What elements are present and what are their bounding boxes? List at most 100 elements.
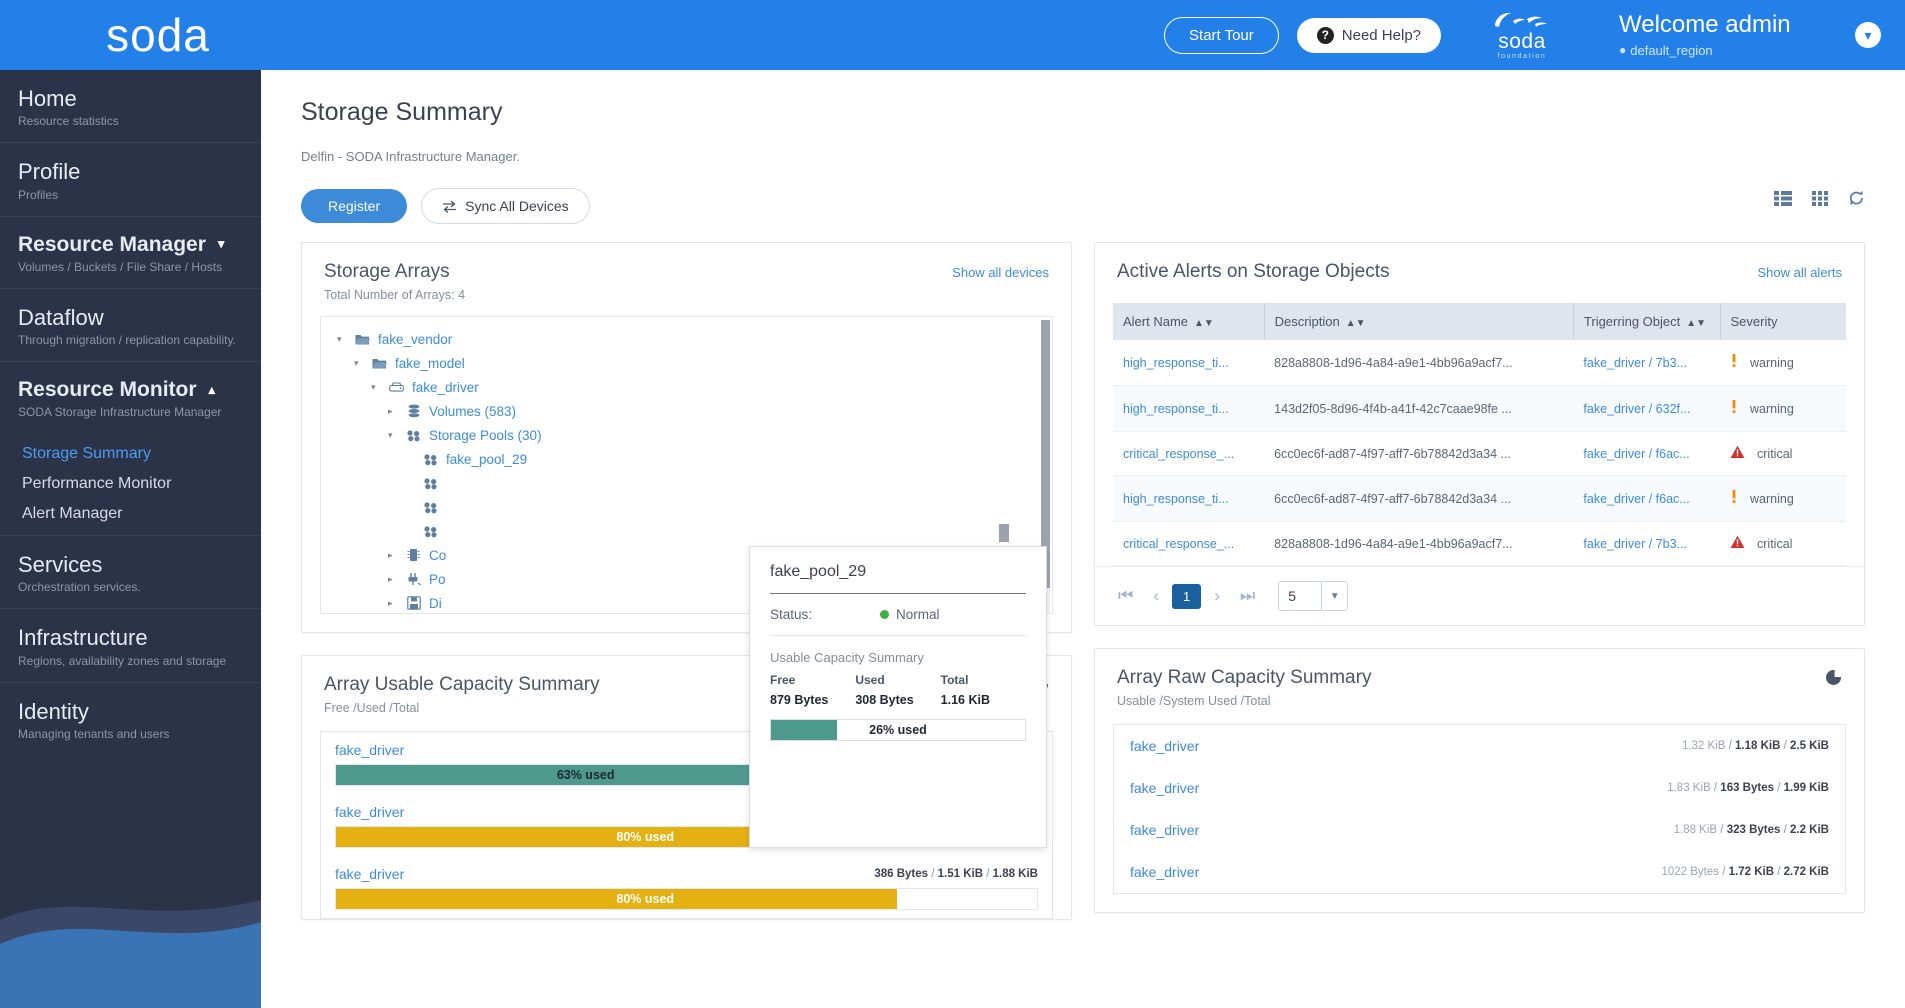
triggering-object-link[interactable]: fake_driver / f6ac... xyxy=(1583,447,1689,461)
array-name-link[interactable]: fake_driver xyxy=(1130,864,1199,880)
page-header: Storage Summary Delfin - SODA Infrastruc… xyxy=(261,70,1905,224)
chevron-up-icon[interactable]: ▴ xyxy=(209,382,216,398)
show-all-alerts-link[interactable]: Show all alerts xyxy=(1757,265,1842,280)
array-name-link[interactable]: fake_driver xyxy=(335,804,404,820)
card-title: Array Raw Capacity Summary xyxy=(1117,667,1372,688)
severity-label: critical xyxy=(1757,446,1793,461)
free-value: 879 Bytes xyxy=(770,693,829,707)
alert-name-link[interactable]: critical_response_... xyxy=(1123,537,1234,551)
page-size-select[interactable]: 5 ▼ xyxy=(1278,581,1349,611)
list-item: fake_driver 386 Bytes / 1.51 KiB / 1.88 K… xyxy=(321,856,1052,888)
sync-all-devices-button[interactable]: Sync All Devices xyxy=(421,188,590,224)
register-button[interactable]: Register xyxy=(301,189,408,223)
alert-name-link[interactable]: high_response_ti... xyxy=(1123,402,1229,416)
severity-cell: warning xyxy=(1720,385,1846,432)
tree-node[interactable]: ▾ Storage Pools (30) xyxy=(327,423,1046,447)
popup-usage-bar-label: 26% used xyxy=(869,723,927,737)
col-description[interactable]: Description ▲▼ xyxy=(1264,303,1574,340)
alert-name-link[interactable]: critical_response_... xyxy=(1123,447,1234,461)
triggering-object-link[interactable]: fake_driver / 632f... xyxy=(1583,402,1690,416)
tree-node[interactable] xyxy=(327,471,1046,495)
status-label: Status: xyxy=(770,607,813,622)
port-icon xyxy=(405,572,422,586)
chevron-down-icon: ▼ xyxy=(1321,582,1347,610)
tree-scroll-thumb-floating[interactable] xyxy=(999,524,1009,542)
col-triggering-object[interactable]: Trigerring Object ▲▼ xyxy=(1573,303,1721,340)
triggering-object-link[interactable]: fake_driver / 7b3... xyxy=(1583,356,1687,370)
alert-name-link[interactable]: high_response_ti... xyxy=(1123,356,1229,370)
prev-page-icon[interactable]: ‹ xyxy=(1146,584,1166,608)
tree-node[interactable] xyxy=(327,519,1046,543)
tree-twisty-collapsed-icon[interactable]: ▸ xyxy=(388,406,398,417)
col-alert-name[interactable]: Alert Name ▲▼ xyxy=(1113,303,1265,340)
tree-node[interactable]: ▸ Volumes (583) xyxy=(327,399,1046,423)
tree-twisty-expanded-icon[interactable]: ▾ xyxy=(337,334,347,345)
capacity-values: 1.88 KiB / 323 Bytes / 2.2 KiB xyxy=(1673,824,1829,836)
sidebar-item-resource-monitor[interactable]: Resource Monitor ▴ SODA Storage Infrastr… xyxy=(0,362,261,433)
severity-badge: warning xyxy=(1730,489,1836,508)
alert-description-cell: 6cc0ec6f-ad87-4f97-aff7-6b78842d3a34 ... xyxy=(1264,431,1574,476)
array-name-link[interactable]: fake_driver xyxy=(335,742,404,758)
sidebar-item-title: Identity xyxy=(18,698,89,724)
user-menu-chevron-down-icon[interactable]: ▾ xyxy=(1855,22,1881,48)
sidebar-item-identity[interactable]: Identity Managing tenants and users xyxy=(0,683,261,755)
chevron-down-icon[interactable]: ▾ xyxy=(218,236,225,252)
sidebar-item-services[interactable]: Services Orchestration services. xyxy=(0,536,261,610)
folder-open-icon xyxy=(371,357,388,370)
sidebar-item-dataflow[interactable]: Dataflow Through migration / replication… xyxy=(0,289,261,363)
alert-name-link[interactable]: high_response_ti... xyxy=(1123,492,1229,506)
tree-node[interactable]: ▾ fake_vendor xyxy=(327,327,1046,351)
storage-arrays-header: Storage Arrays Total Number of Arrays: 4… xyxy=(302,243,1071,308)
storage-pool-icon xyxy=(422,477,439,490)
pie-chart-icon[interactable] xyxy=(1825,669,1842,689)
need-help-button[interactable]: ? Need Help? xyxy=(1296,17,1441,53)
alerts-header-row: Alert Name ▲▼ Description ▲▼ Trigerring Ob… xyxy=(1113,303,1846,340)
used-value: 308 Bytes xyxy=(855,693,914,707)
first-page-icon[interactable]: ⏮ xyxy=(1111,584,1140,608)
tree-twisty-collapsed-icon[interactable]: ▸ xyxy=(388,574,398,585)
tree-node[interactable]: ▾ fake_model xyxy=(327,351,1046,375)
col-severity[interactable]: Severity xyxy=(1720,303,1846,340)
list-view-icon[interactable] xyxy=(1774,190,1792,206)
array-raw-list: fake_driver 1.32 KiB / 1.18 KiB / 2.5 KiB… xyxy=(1113,724,1846,894)
triggering-object-link[interactable]: fake_driver / 7b3... xyxy=(1583,537,1687,551)
storage-pool-icon xyxy=(422,525,439,538)
start-tour-button[interactable]: Start Tour xyxy=(1164,16,1279,54)
soda-logo[interactable]: soda xyxy=(0,0,316,70)
tree-twisty-expanded-icon[interactable]: ▾ xyxy=(388,430,398,441)
severity-badge: critical xyxy=(1730,535,1836,552)
severity-cell: warning xyxy=(1720,475,1846,522)
array-name-link[interactable]: fake_driver xyxy=(335,866,404,882)
show-all-devices-link[interactable]: Show all devices xyxy=(952,265,1049,280)
tree-twisty-expanded-icon[interactable]: ▾ xyxy=(371,382,381,393)
last-page-icon[interactable]: ⏭ xyxy=(1233,584,1262,608)
tree-node[interactable]: fake_pool_29 xyxy=(327,447,1046,471)
grid-view-icon[interactable] xyxy=(1812,190,1828,206)
sidebar-item-profile[interactable]: Profile Profiles xyxy=(0,143,261,217)
sidebar-item-home[interactable]: Home Resource statistics xyxy=(0,70,261,144)
array-name-link[interactable]: fake_driver xyxy=(1130,822,1199,838)
next-page-icon[interactable]: › xyxy=(1207,584,1227,608)
sidebar-item-sub: Resource statistics xyxy=(18,114,119,129)
sidebar-item-storage-summary[interactable]: Storage Summary xyxy=(22,439,261,469)
view-mode-toolbar xyxy=(1774,190,1865,206)
triggering-object-link[interactable]: fake_driver / f6ac... xyxy=(1583,492,1689,506)
sidebar-item-resource-manager[interactable]: Resource Manager ▾ Volumes / Buckets / F… xyxy=(0,217,261,289)
array-name-link[interactable]: fake_driver xyxy=(1130,738,1199,754)
tree-node[interactable] xyxy=(327,495,1046,519)
tree-twisty-expanded-icon[interactable]: ▾ xyxy=(354,358,364,369)
sidebar-item-alert-manager[interactable]: Alert Manager xyxy=(22,499,261,529)
sidebar-item-performance-monitor[interactable]: Performance Monitor xyxy=(22,469,261,499)
tree-twisty-collapsed-icon[interactable]: ▸ xyxy=(388,550,398,561)
refresh-icon[interactable] xyxy=(1848,190,1865,206)
tree-twisty-collapsed-icon[interactable]: ▸ xyxy=(388,598,398,609)
sidebar-item-sub: Through migration / replication capabili… xyxy=(18,333,236,348)
sidebar-item-infrastructure[interactable]: Infrastructure Regions, availability zon… xyxy=(0,609,261,683)
tree-node[interactable]: ▾ fake_driver xyxy=(327,375,1046,399)
total-header: Total xyxy=(940,673,969,687)
array-name-link[interactable]: fake_driver xyxy=(1130,780,1199,796)
folder-open-icon xyxy=(354,333,371,346)
page-number-1[interactable]: 1 xyxy=(1171,583,1202,609)
table-row: high_response_ti... 828a8808-1d96-4a84-a9… xyxy=(1113,340,1846,386)
severity-label: warning xyxy=(1750,491,1794,506)
